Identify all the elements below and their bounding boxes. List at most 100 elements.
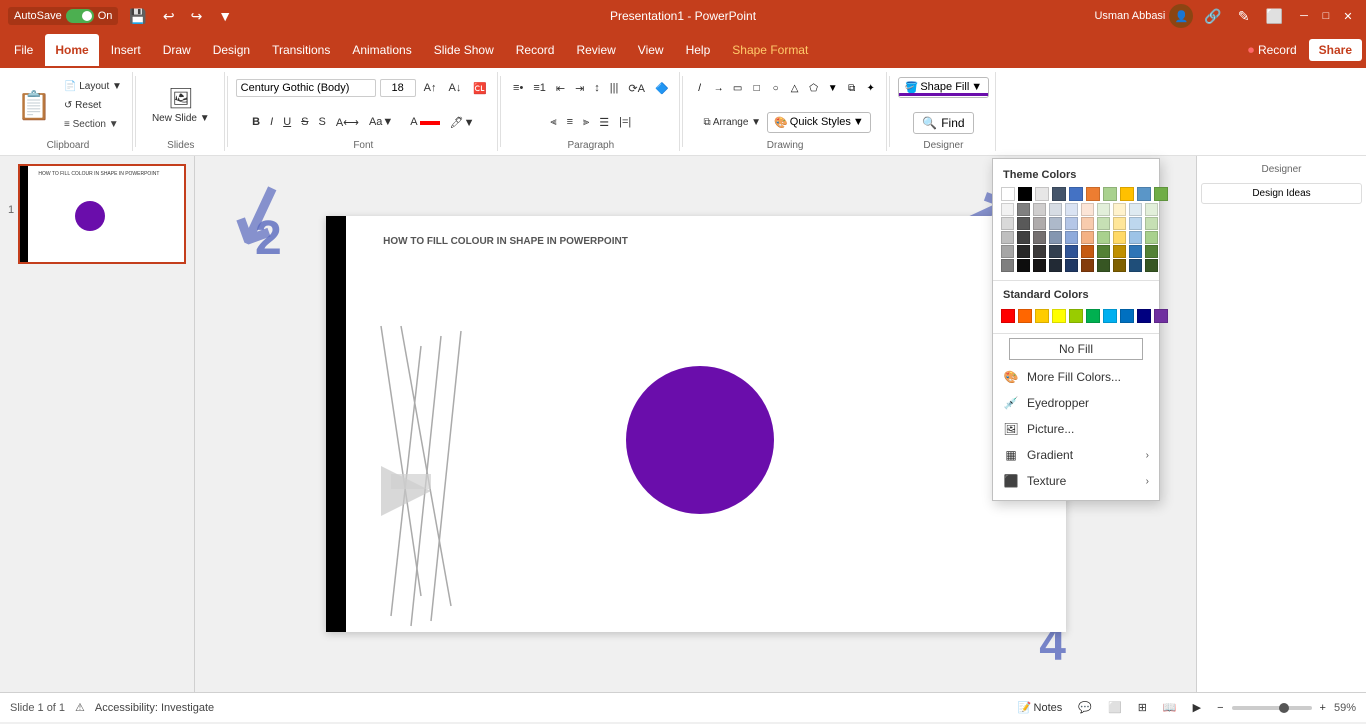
shade-1-8[interactable]	[1113, 203, 1126, 216]
texture-item[interactable]: ⬛ Texture ›	[993, 468, 1159, 494]
strikethrough-button[interactable]: S	[297, 113, 312, 131]
shade-2-8[interactable]	[1113, 217, 1126, 230]
std-blue[interactable]	[1120, 309, 1134, 323]
slide-sorter-button[interactable]: ⊞	[1134, 698, 1151, 717]
justify-button[interactable]: ☰	[595, 113, 613, 132]
std-lime[interactable]	[1069, 309, 1083, 323]
shade-5-4[interactable]	[1049, 259, 1062, 272]
italic-button[interactable]: I	[266, 113, 277, 131]
comments-button[interactable]: 💬	[1074, 698, 1096, 717]
shade-1-9[interactable]	[1129, 203, 1142, 216]
shade-3-5[interactable]	[1065, 231, 1078, 244]
shape-pentagon[interactable]: ⬠	[805, 79, 823, 97]
new-slide-button[interactable]: 🖼 New Slide ▼	[144, 82, 218, 128]
shade-5-2[interactable]	[1017, 259, 1030, 272]
gradient-item[interactable]: ▦ Gradient ›	[993, 442, 1159, 468]
shade-2-1[interactable]	[1001, 217, 1014, 230]
minimize-button[interactable]: ─	[1294, 6, 1314, 26]
shape-rect[interactable]: ▭	[729, 79, 747, 97]
color-sky-blue[interactable]	[1137, 187, 1151, 201]
zoom-out-button[interactable]: −	[1213, 699, 1227, 717]
shade-2-3[interactable]	[1033, 217, 1046, 230]
shade-3-9[interactable]	[1129, 231, 1142, 244]
no-fill-item[interactable]: No Fill	[1009, 338, 1143, 360]
decrease-indent-button[interactable]: ⇤	[552, 79, 569, 98]
shade-3-3[interactable]	[1033, 231, 1046, 244]
paste-button[interactable]: 📋	[10, 73, 58, 137]
shade-5-7[interactable]	[1097, 259, 1110, 272]
shade-5-8[interactable]	[1113, 259, 1126, 272]
tab-draw[interactable]: Draw	[153, 34, 201, 66]
shade-1-5[interactable]	[1065, 203, 1078, 216]
color-yellow[interactable]	[1120, 187, 1134, 201]
close-button[interactable]: ✕	[1338, 6, 1358, 26]
char-spacing-button[interactable]: A⟷	[332, 113, 363, 132]
std-dark-blue[interactable]	[1137, 309, 1151, 323]
tab-design[interactable]: Design	[203, 34, 260, 66]
reading-view-button[interactable]: 📖	[1159, 698, 1181, 717]
color-light-gray[interactable]	[1035, 187, 1049, 201]
more-fill-colors-item[interactable]: 🎨 More Fill Colors...	[993, 364, 1159, 390]
font-color-button[interactable]: A	[406, 113, 443, 131]
shape-arrange[interactable]: ⧉	[843, 79, 861, 97]
layout-button[interactable]: 📄 Layout ▼	[60, 78, 126, 95]
increase-indent-button[interactable]: ⇥	[571, 79, 588, 98]
shade-4-4[interactable]	[1049, 245, 1062, 258]
accessibility-label[interactable]: Accessibility: Investigate	[95, 702, 214, 714]
tab-animations[interactable]: Animations	[342, 34, 421, 66]
slide-thumbnail[interactable]: HOW TO FILL COLOUR IN SHAPE IN POWERPOIN…	[18, 164, 186, 264]
tab-shape-format[interactable]: Shape Format	[722, 34, 818, 66]
color-green-light[interactable]	[1103, 187, 1117, 201]
std-purple[interactable]	[1154, 309, 1168, 323]
tab-help[interactable]: Help	[676, 34, 721, 66]
color-black[interactable]	[1018, 187, 1032, 201]
customize-qat-button[interactable]: ▼	[213, 6, 237, 26]
shadow-button[interactable]: S	[314, 113, 329, 131]
help-icon[interactable]: 🔗	[1199, 6, 1226, 27]
shape-rect2[interactable]: □	[748, 79, 766, 97]
shade-5-10[interactable]	[1145, 259, 1158, 272]
redo-button[interactable]: ↪	[186, 6, 208, 27]
bold-button[interactable]: B	[248, 113, 264, 131]
tab-insert[interactable]: Insert	[101, 34, 151, 66]
smartart-button[interactable]: 🔷	[651, 79, 673, 98]
tab-transitions[interactable]: Transitions	[262, 34, 340, 66]
shade-5-5[interactable]	[1065, 259, 1078, 272]
std-yellow[interactable]	[1052, 309, 1066, 323]
tab-file[interactable]: File	[4, 34, 43, 66]
shade-1-2[interactable]	[1017, 203, 1030, 216]
autosave-button[interactable]: AutoSave On	[8, 7, 118, 25]
color-white[interactable]	[1001, 187, 1015, 201]
shade-1-6[interactable]	[1081, 203, 1094, 216]
undo-button[interactable]: ↩	[158, 6, 180, 27]
slideshow-button[interactable]: ▶	[1189, 698, 1205, 717]
align-right-button[interactable]: ⫸	[579, 113, 593, 132]
picture-item[interactable]: 🖼 Picture...	[993, 416, 1159, 442]
shade-2-4[interactable]	[1049, 217, 1062, 230]
shade-1-7[interactable]	[1097, 203, 1110, 216]
shade-1-10[interactable]	[1145, 203, 1158, 216]
zoom-slider[interactable]	[1232, 706, 1312, 710]
tab-view[interactable]: View	[628, 34, 674, 66]
purple-circle[interactable]	[626, 366, 774, 514]
tab-review[interactable]: Review	[566, 34, 625, 66]
color-green[interactable]	[1154, 187, 1168, 201]
shape-line[interactable]: /	[691, 79, 709, 97]
shade-4-6[interactable]	[1081, 245, 1094, 258]
columns-button[interactable]: |||	[606, 79, 623, 97]
shape-effects[interactable]: ✦	[862, 79, 880, 97]
align-left-button[interactable]: ⫷	[546, 113, 560, 132]
shade-1-3[interactable]	[1033, 203, 1046, 216]
color-blue[interactable]	[1069, 187, 1083, 201]
std-gold[interactable]	[1035, 309, 1049, 323]
tab-slideshow[interactable]: Slide Show	[424, 34, 504, 66]
share-button[interactable]: Share	[1309, 39, 1362, 61]
bullets-button[interactable]: ≡•	[509, 79, 527, 97]
shade-4-2[interactable]	[1017, 245, 1030, 258]
color-dark-blue[interactable]	[1052, 187, 1066, 201]
shade-3-8[interactable]	[1113, 231, 1126, 244]
shade-5-1[interactable]	[1001, 259, 1014, 272]
design-ideas-button[interactable]: Design Ideas	[1201, 183, 1362, 204]
column-spacing-button[interactable]: |=|	[615, 113, 635, 131]
shade-2-7[interactable]	[1097, 217, 1110, 230]
